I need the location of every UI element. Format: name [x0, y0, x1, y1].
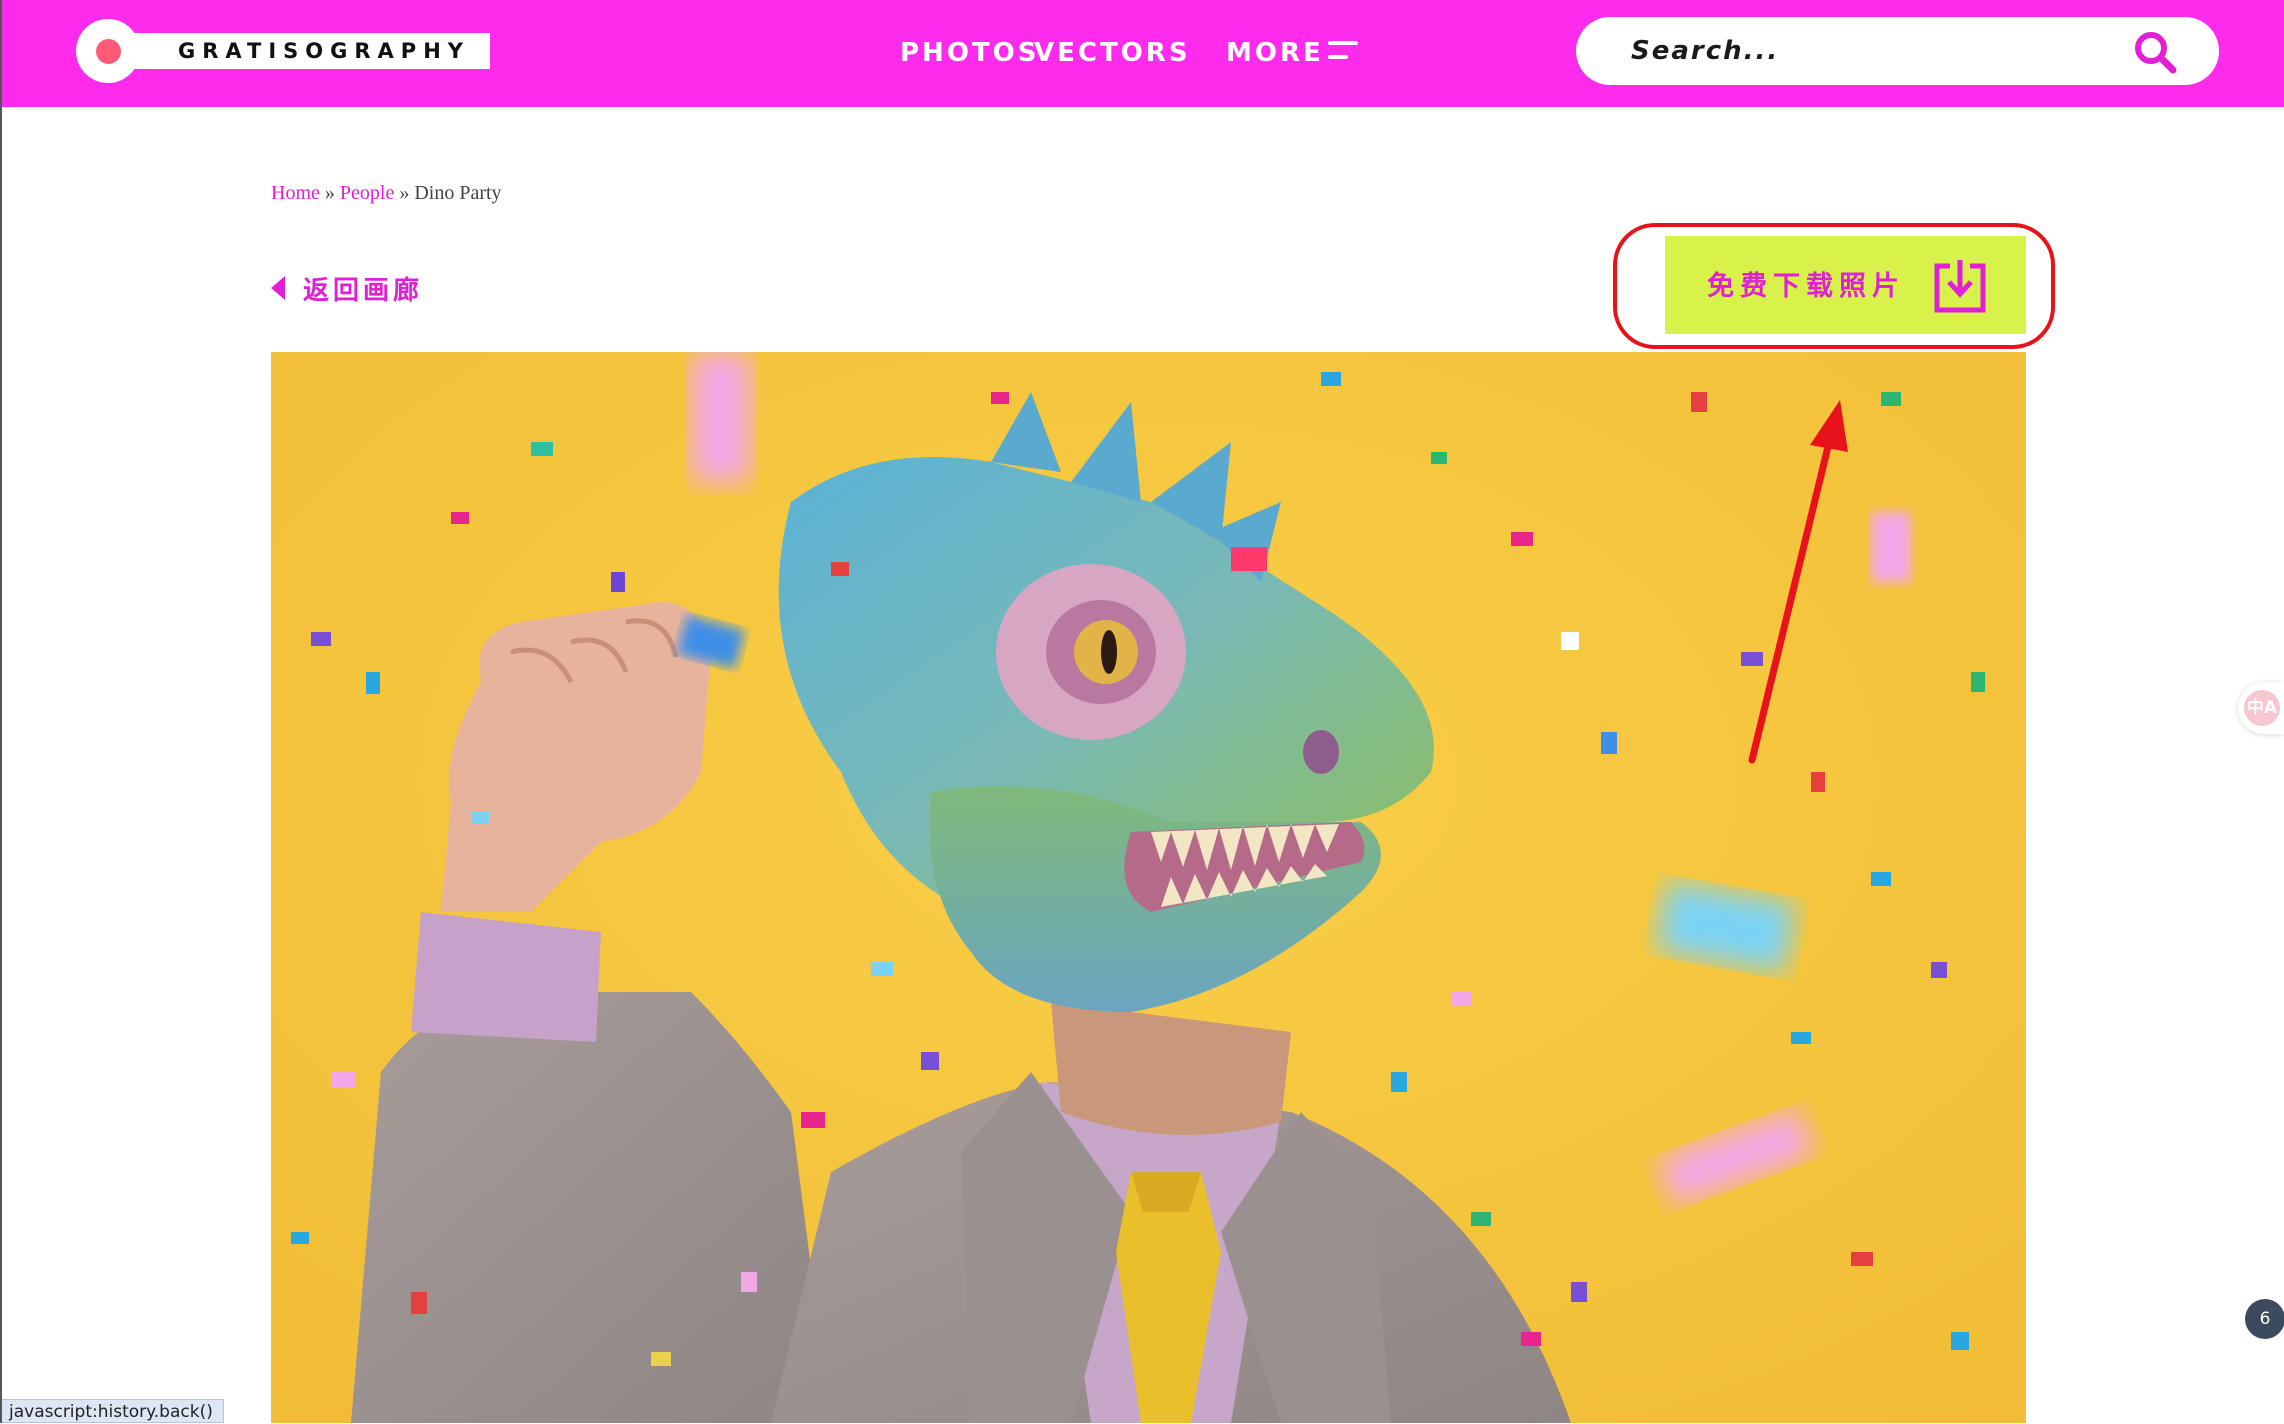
search-box: [1576, 17, 2219, 85]
menu-icon[interactable]: [1328, 41, 1358, 63]
breadcrumb-category[interactable]: People: [340, 182, 394, 204]
download-button-label: 免费下载照片: [1707, 271, 1905, 302]
breadcrumb-separator: »: [324, 182, 335, 204]
site-header: GRATISOGRAPHY PHOTOS VECTORS MORE: [0, 0, 2284, 107]
logo-circle-icon: [76, 19, 140, 83]
back-link-label: 返回画廊: [303, 275, 424, 306]
breadcrumb: Home» People» Dino Party: [271, 182, 502, 205]
search-input[interactable]: [1631, 27, 2101, 75]
download-icon: [1934, 260, 1986, 313]
logo-dot: [96, 39, 121, 64]
nav-vectors[interactable]: VECTORS: [1034, 33, 1191, 73]
breadcrumb-separator: »: [399, 182, 410, 204]
back-to-gallery-link[interactable]: 返回画廊: [271, 268, 423, 308]
breadcrumb-home[interactable]: Home: [271, 182, 320, 204]
main-photo: [271, 352, 2026, 1423]
translate-widget[interactable]: 中A: [2238, 682, 2284, 734]
notification-badge[interactable]: 6: [2245, 1299, 2284, 1339]
status-bar-url: javascript:history.back(): [0, 1399, 224, 1423]
translate-icon: 中A: [2244, 690, 2280, 726]
nav-more[interactable]: MORE: [1226, 33, 1324, 73]
nav-photos[interactable]: PHOTOS: [900, 33, 1039, 73]
breadcrumb-current: Dino Party: [414, 182, 502, 204]
search-icon[interactable]: [2132, 29, 2178, 75]
window-edge: [0, 0, 2, 1423]
download-button[interactable]: 免费下载照片: [1665, 236, 2026, 334]
back-arrow-icon: [271, 276, 285, 300]
photo-image: [271, 352, 2026, 1423]
